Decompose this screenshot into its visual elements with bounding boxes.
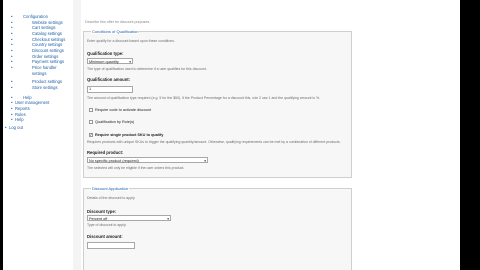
chevron-down-icon: ▾ — [129, 60, 131, 64]
qualification-type-description: The type of qualification used to determ… — [87, 67, 207, 71]
discount-type-description: Type of discount to apply. — [87, 223, 127, 227]
qualify-by-role-checkbox[interactable] — [89, 120, 93, 124]
conditions-legend[interactable]: Conditions of Qualification — [91, 29, 140, 34]
form-intro: Describe this offer for discount purpose… — [85, 20, 151, 24]
qualification-amount-description: The amount of qualification type require… — [87, 96, 321, 100]
required-product-description: The selected will only be eligible if th… — [87, 166, 185, 170]
required-product-select[interactable]: No specific product (required) ▾ — [87, 157, 208, 163]
discount-form: Describe this offer for discount purpose… — [81, 0, 460, 270]
sidebar-item-store-settings[interactable]: Store settings — [11, 85, 73, 91]
qualification-amount-label: Qualification amount: — [87, 77, 131, 82]
qualification-amount-input[interactable]: 1 — [87, 86, 133, 93]
browser-screen: Configuration Website settings Cart sett… — [3, 0, 460, 270]
qualification-type-label: Qualification type: — [87, 51, 124, 56]
qualification-type-select[interactable]: Minimum quantity ▾ — [87, 58, 133, 64]
qualify-by-role-label: Qualification by Role(s) — [95, 120, 135, 124]
sidebar-item-price-handler-settings[interactable]: Price handler settings — [11, 65, 58, 76]
conditions-description: Enter qualify for a discount based upon … — [87, 39, 175, 43]
require-code-checkbox[interactable] — [89, 108, 93, 112]
require-code-label: Require code to activate discount — [95, 108, 152, 112]
discount-amount-input[interactable] — [87, 242, 135, 249]
application-legend[interactable]: Discount Application — [91, 186, 130, 191]
right-letterbox — [460, 0, 480, 270]
chevron-down-icon: ▾ — [204, 159, 206, 163]
conditions-fieldset: Conditions of Qualification Enter qualif… — [83, 29, 352, 178]
required-product-label: Required product: — [87, 150, 124, 155]
discount-type-label: Discount type: — [87, 209, 117, 214]
chevron-down-icon: ▾ — [167, 217, 169, 221]
discount-type-select[interactable]: Percent off ▾ — [87, 215, 171, 221]
sidebar-item-logout[interactable]: Log out — [5, 125, 73, 131]
admin-sidebar: Configuration Website settings Cart sett… — [3, 0, 73, 270]
require-single-sku-checkbox[interactable] — [89, 132, 93, 137]
discount-amount-label: Discount amount: — [87, 234, 123, 239]
screenshot-frame: Configuration Website settings Cart sett… — [0, 0, 480, 270]
require-single-sku-description: Requires products with unique SKUs to tr… — [87, 140, 341, 144]
application-description: Details of the discount to apply. — [87, 196, 136, 200]
require-single-sku-label: Require single product SKU to qualify — [95, 133, 164, 137]
application-fieldset: Discount Application Details of the disc… — [83, 186, 352, 270]
sidebar-item-help[interactable]: Help — [11, 117, 73, 123]
